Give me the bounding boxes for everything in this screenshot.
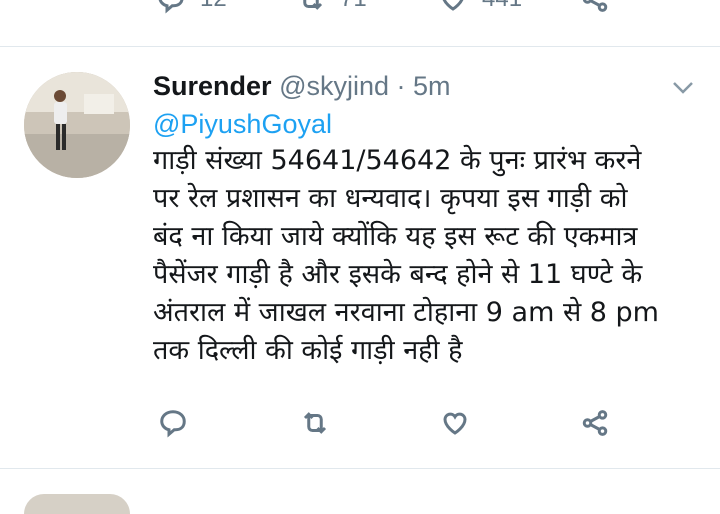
avatar[interactable]	[24, 72, 130, 178]
author-handle[interactable]: @skyjind	[279, 71, 389, 101]
retweet-count: 71	[340, 0, 367, 13]
previous-tweet-actions: 12 71 441	[0, 0, 720, 24]
chevron-down-icon	[673, 82, 693, 94]
tweet-body-line: बंद ना किया जाये क्योंकि यह इस रूट की एक…	[153, 221, 638, 252]
like-button[interactable]	[440, 408, 470, 438]
retweet-button[interactable]	[300, 408, 330, 438]
heart-icon	[443, 412, 467, 435]
author-name[interactable]: Surender	[153, 71, 272, 101]
reply-icon	[158, 0, 184, 14]
tweet-body: गाड़ी संख्या 54641/54642 के पुनः प्रारंभ…	[153, 142, 693, 370]
share-action[interactable]	[580, 0, 610, 14]
like-count: 441	[482, 0, 522, 13]
reply-icon	[160, 410, 186, 438]
tweet-menu-button[interactable]	[670, 76, 696, 103]
reply-button[interactable]	[158, 408, 188, 438]
next-tweet-avatar[interactable]	[24, 494, 130, 514]
reply-action[interactable]: 12	[156, 0, 227, 14]
retweet-action[interactable]: 71	[296, 0, 367, 14]
like-action[interactable]: 441	[438, 0, 522, 14]
tweet[interactable]: Surender @skyjind · 5m @PiyushGoyal गाड़…	[0, 56, 720, 456]
tweet-body-line: पैसेंजर गाड़ी है और इसके बन्द होने से 11…	[153, 259, 643, 290]
tweet-timestamp[interactable]: 5m	[413, 71, 451, 101]
tweet-body-line: अंतराल में जाखल नरवाना टोहाना 9 am से 8 …	[153, 297, 659, 328]
tweet-actions	[0, 408, 720, 448]
avatar-photo	[24, 72, 130, 178]
share-icon	[582, 410, 608, 436]
header-separator: ·	[389, 71, 414, 101]
share-button[interactable]	[580, 408, 610, 438]
retweet-icon	[303, 0, 323, 10]
tweet-body-line: पर रेल प्रशासन का धन्यवाद। कृपया इस गाड़…	[153, 183, 628, 214]
heart-icon	[442, 0, 464, 11]
share-icon	[582, 0, 608, 12]
tweet-body-line: गाड़ी संख्या 54641/54642 के पुनः प्रारंभ…	[153, 145, 642, 176]
mention-link[interactable]: @PiyushGoyal	[153, 108, 332, 140]
tweet-header: Surender @skyjind · 5m	[153, 70, 451, 102]
reply-count: 12	[200, 0, 227, 13]
tweet-divider-top	[0, 46, 720, 47]
tweet-body-line: तक दिल्ली की कोई गाड़ी नही है	[153, 335, 463, 366]
next-tweet-peek[interactable]	[0, 488, 720, 514]
retweet-icon	[303, 412, 327, 434]
tweet-divider-bottom	[0, 468, 720, 469]
